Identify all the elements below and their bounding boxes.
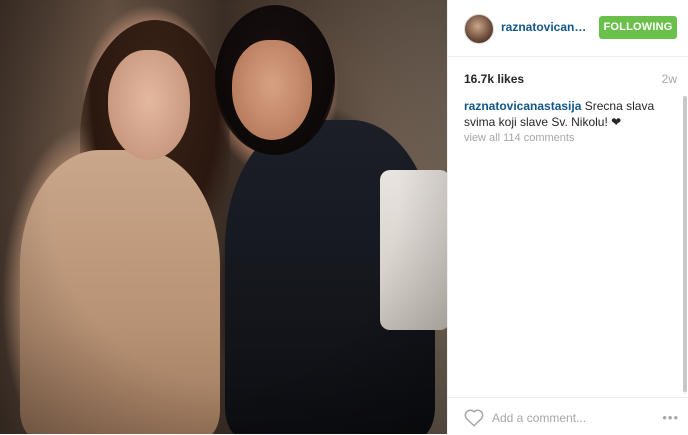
post-header: raznatovicanas... FOLLOWING	[448, 0, 688, 57]
post-sidebar: raznatovicanas... FOLLOWING 16.7k likes …	[447, 0, 688, 434]
photo-vignette	[0, 0, 447, 434]
following-button[interactable]: FOLLOWING	[599, 16, 677, 39]
heart-outline-icon[interactable]	[464, 409, 484, 427]
caption-username[interactable]: raznatovicanastasija	[464, 99, 581, 113]
comment-input[interactable]	[492, 408, 642, 428]
avatar[interactable]	[464, 14, 494, 44]
comments-scrollbar[interactable]	[683, 96, 687, 394]
post-age[interactable]: 2w	[662, 72, 677, 86]
post-photo[interactable]	[0, 0, 447, 434]
likes-count[interactable]: 16.7k likes	[464, 72, 524, 86]
post-caption: raznatovicanastasija Srecna slava svima …	[464, 98, 669, 130]
post-footer: •••	[448, 397, 688, 435]
view-all-comments-link[interactable]: view all 114 comments	[464, 132, 574, 144]
scrollbar-thumb[interactable]	[683, 96, 687, 392]
username-link[interactable]: raznatovicanas...	[501, 20, 593, 34]
more-options-icon[interactable]: •••	[662, 410, 679, 425]
